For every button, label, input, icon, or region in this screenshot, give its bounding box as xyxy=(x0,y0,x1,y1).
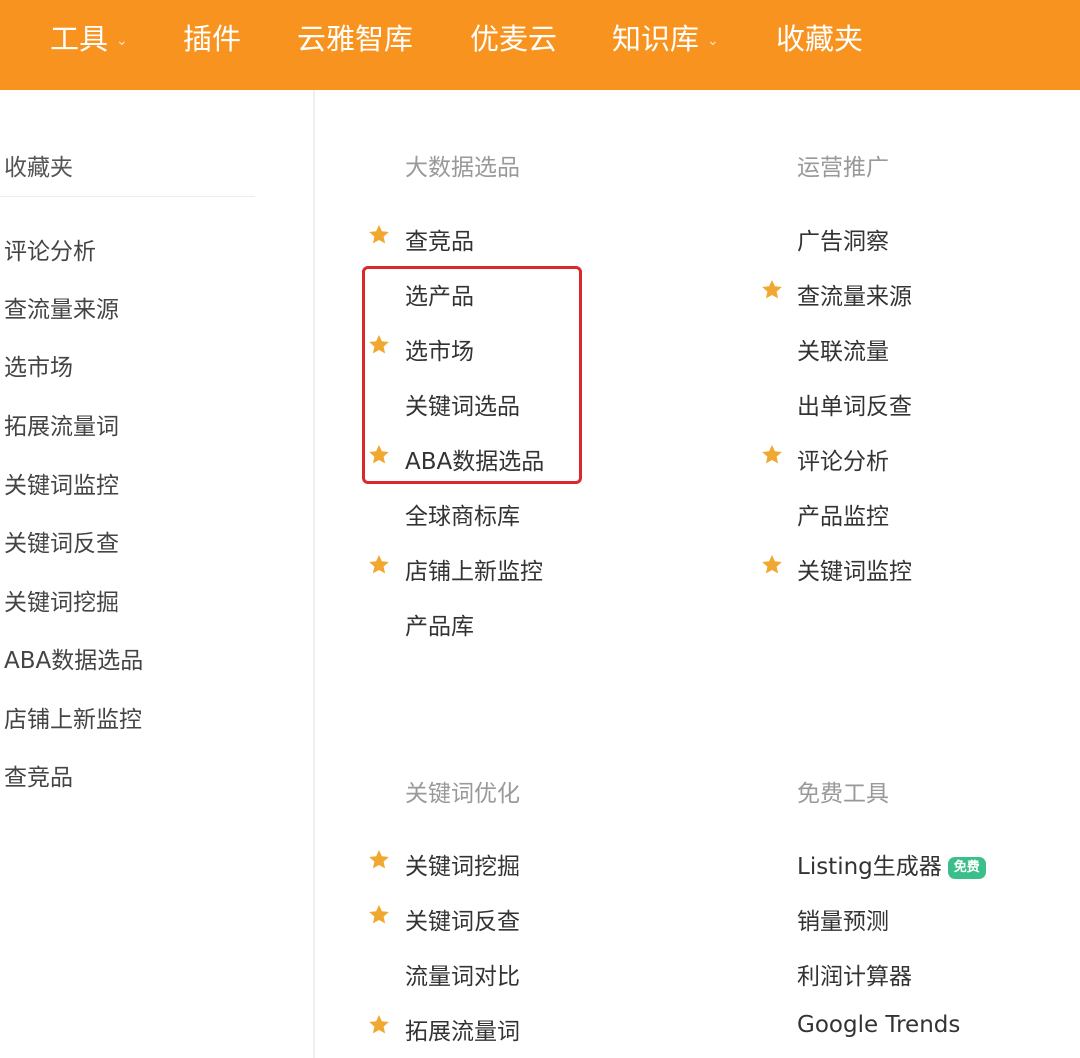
nav-item-plugins[interactable]: 插件 xyxy=(183,0,241,78)
link-product-monitor[interactable]: 产品监控 xyxy=(797,497,889,531)
star-icon[interactable] xyxy=(367,553,391,577)
star-icon[interactable] xyxy=(760,553,784,577)
nav-item-label: 工具 xyxy=(50,22,109,56)
nav-item-tools[interactable]: 工具 ⌄ xyxy=(50,0,128,78)
link-traffic-keyword-compare[interactable]: 流量词对比 xyxy=(405,957,520,991)
favorites-title: 收藏夹 xyxy=(4,155,73,181)
link-product-library[interactable]: 产品库 xyxy=(405,607,474,641)
nav-item-label: 云雅智库 xyxy=(297,22,414,56)
link-global-trademark[interactable]: 全球商标库 xyxy=(405,497,520,531)
star-icon[interactable] xyxy=(367,223,391,247)
section-title-operations-promotion: 运营推广 xyxy=(797,155,889,181)
link-google-trends[interactable]: Google Trends xyxy=(797,1012,960,1038)
link-keyword-monitor[interactable]: 关键词监控 xyxy=(797,552,912,586)
nav-item-label: 知识库 xyxy=(612,22,700,56)
column-divider xyxy=(313,90,315,1058)
link-related-traffic[interactable]: 关联流量 xyxy=(797,332,889,366)
favorite-item[interactable]: 关键词反查 xyxy=(4,524,119,558)
star-icon[interactable] xyxy=(760,278,784,302)
link-ad-insights[interactable]: 广告洞察 xyxy=(797,222,889,256)
favorite-item[interactable]: 查流量来源 xyxy=(4,290,119,324)
favorite-item[interactable]: 查竞品 xyxy=(4,758,73,792)
top-nav-bar: 工具 ⌄ 插件 云雅智库 优麦云 知识库 ⌄ 收藏夹 xyxy=(0,0,1080,90)
link-review-analysis[interactable]: 评论分析 xyxy=(797,442,889,476)
nav-item-yunya-zhiku[interactable]: 云雅智库 xyxy=(297,0,413,78)
section-title-big-data-selection: 大数据选品 xyxy=(405,155,520,181)
link-check-competitors[interactable]: 查竞品 xyxy=(405,222,474,256)
link-profit-calculator[interactable]: 利润计算器 xyxy=(797,957,912,991)
favorite-item[interactable]: 关键词挖掘 xyxy=(4,583,119,617)
section-title-keyword-optimization: 关键词优化 xyxy=(405,781,520,807)
link-expand-traffic-keywords[interactable]: 拓展流量词 xyxy=(405,1012,520,1046)
link-order-keyword-reverse[interactable]: 出单词反查 xyxy=(797,387,912,421)
favorites-divider xyxy=(0,196,255,197)
favorite-item[interactable]: ABA数据选品 xyxy=(4,641,143,675)
favorite-item[interactable]: 选市场 xyxy=(4,348,73,382)
link-listing-generator[interactable]: Listing生成器 免费 xyxy=(797,847,986,881)
nav-item-youmaiyun[interactable]: 优麦云 xyxy=(470,0,557,78)
section-title-free-tools: 免费工具 xyxy=(797,781,889,807)
favorite-item[interactable]: 评论分析 xyxy=(4,232,96,266)
star-icon[interactable] xyxy=(367,1013,391,1037)
nav-item-label: 优麦云 xyxy=(470,22,558,56)
free-badge: 免费 xyxy=(947,856,986,879)
nav-item-favorites[interactable]: 收藏夹 xyxy=(776,0,863,78)
link-store-new-monitor[interactable]: 店铺上新监控 xyxy=(405,552,543,586)
link-keyword-reverse[interactable]: 关键词反查 xyxy=(405,902,520,936)
nav-item-label: 插件 xyxy=(183,22,242,56)
link-traffic-source[interactable]: 查流量来源 xyxy=(797,277,912,311)
link-label: Listing生成器 xyxy=(797,854,942,880)
nav-item-label: 收藏夹 xyxy=(776,22,864,56)
star-icon[interactable] xyxy=(760,443,784,467)
link-sales-forecast[interactable]: 销量预测 xyxy=(797,902,889,936)
star-icon[interactable] xyxy=(367,848,391,872)
favorite-item[interactable]: 拓展流量词 xyxy=(4,407,119,441)
chevron-down-icon: ⌄ xyxy=(116,33,128,49)
favorite-item[interactable]: 关键词监控 xyxy=(4,466,119,500)
favorite-item[interactable]: 店铺上新监控 xyxy=(4,700,142,734)
link-keyword-mining[interactable]: 关键词挖掘 xyxy=(405,847,520,881)
star-icon[interactable] xyxy=(367,903,391,927)
chevron-down-icon: ⌄ xyxy=(707,33,719,49)
highlight-box xyxy=(362,266,582,484)
nav-item-knowledge-base[interactable]: 知识库 ⌄ xyxy=(612,0,719,78)
